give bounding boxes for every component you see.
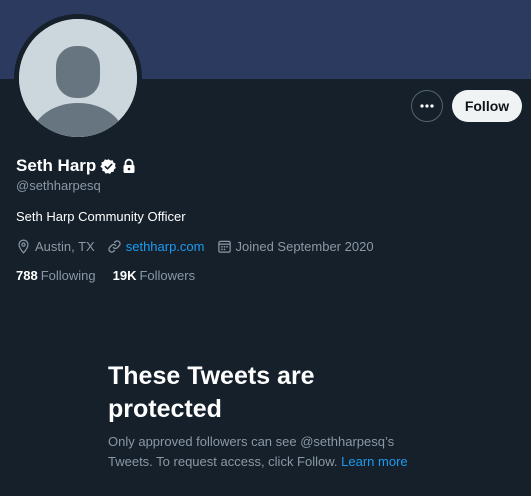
calendar-icon bbox=[217, 240, 231, 253]
protected-title: These Tweets are protected bbox=[108, 362, 315, 423]
profile-meta: Austin, TX sethharp.com Joined September… bbox=[16, 236, 386, 256]
following-count: 788 bbox=[16, 267, 38, 283]
default-avatar-icon bbox=[19, 19, 137, 137]
followers-label: Followers bbox=[139, 267, 196, 283]
learn-more-link[interactable]: Learn more bbox=[341, 454, 407, 469]
joined-text: Joined September 2020 bbox=[235, 238, 374, 254]
verified-badge-icon[interactable] bbox=[100, 158, 117, 175]
link-icon bbox=[108, 239, 121, 253]
followers-count: 19K bbox=[112, 267, 137, 283]
location-item: Austin, TX bbox=[16, 239, 95, 254]
more-options-button[interactable] bbox=[411, 90, 443, 122]
avatar[interactable] bbox=[19, 19, 137, 137]
followers-stat[interactable]: 19K Followers bbox=[113, 268, 195, 283]
follow-stats: 788 Following 19K Followers bbox=[16, 266, 212, 284]
avatar-ring bbox=[14, 14, 142, 142]
lock-icon bbox=[121, 158, 137, 174]
follow-button[interactable]: Follow bbox=[452, 90, 522, 122]
location-text: Austin, TX bbox=[35, 238, 95, 254]
more-horizontal-icon bbox=[420, 104, 434, 108]
profile-name: Seth Harp bbox=[16, 156, 97, 175]
location-pin-icon bbox=[18, 239, 29, 254]
protected-message: Only approved followers can see @sethhar… bbox=[108, 432, 438, 472]
profile-name-row: Seth Harp bbox=[16, 155, 137, 177]
website-link[interactable]: sethharp.com bbox=[126, 239, 205, 254]
joined-item: Joined September 2020 bbox=[217, 239, 374, 254]
following-label: Following bbox=[40, 267, 96, 283]
profile-bio: Seth Harp Community Officer bbox=[16, 209, 186, 224]
profile-handle: @sethharpesq bbox=[16, 178, 101, 193]
following-stat[interactable]: 788 Following bbox=[16, 268, 96, 283]
website-item[interactable]: sethharp.com bbox=[107, 239, 205, 254]
